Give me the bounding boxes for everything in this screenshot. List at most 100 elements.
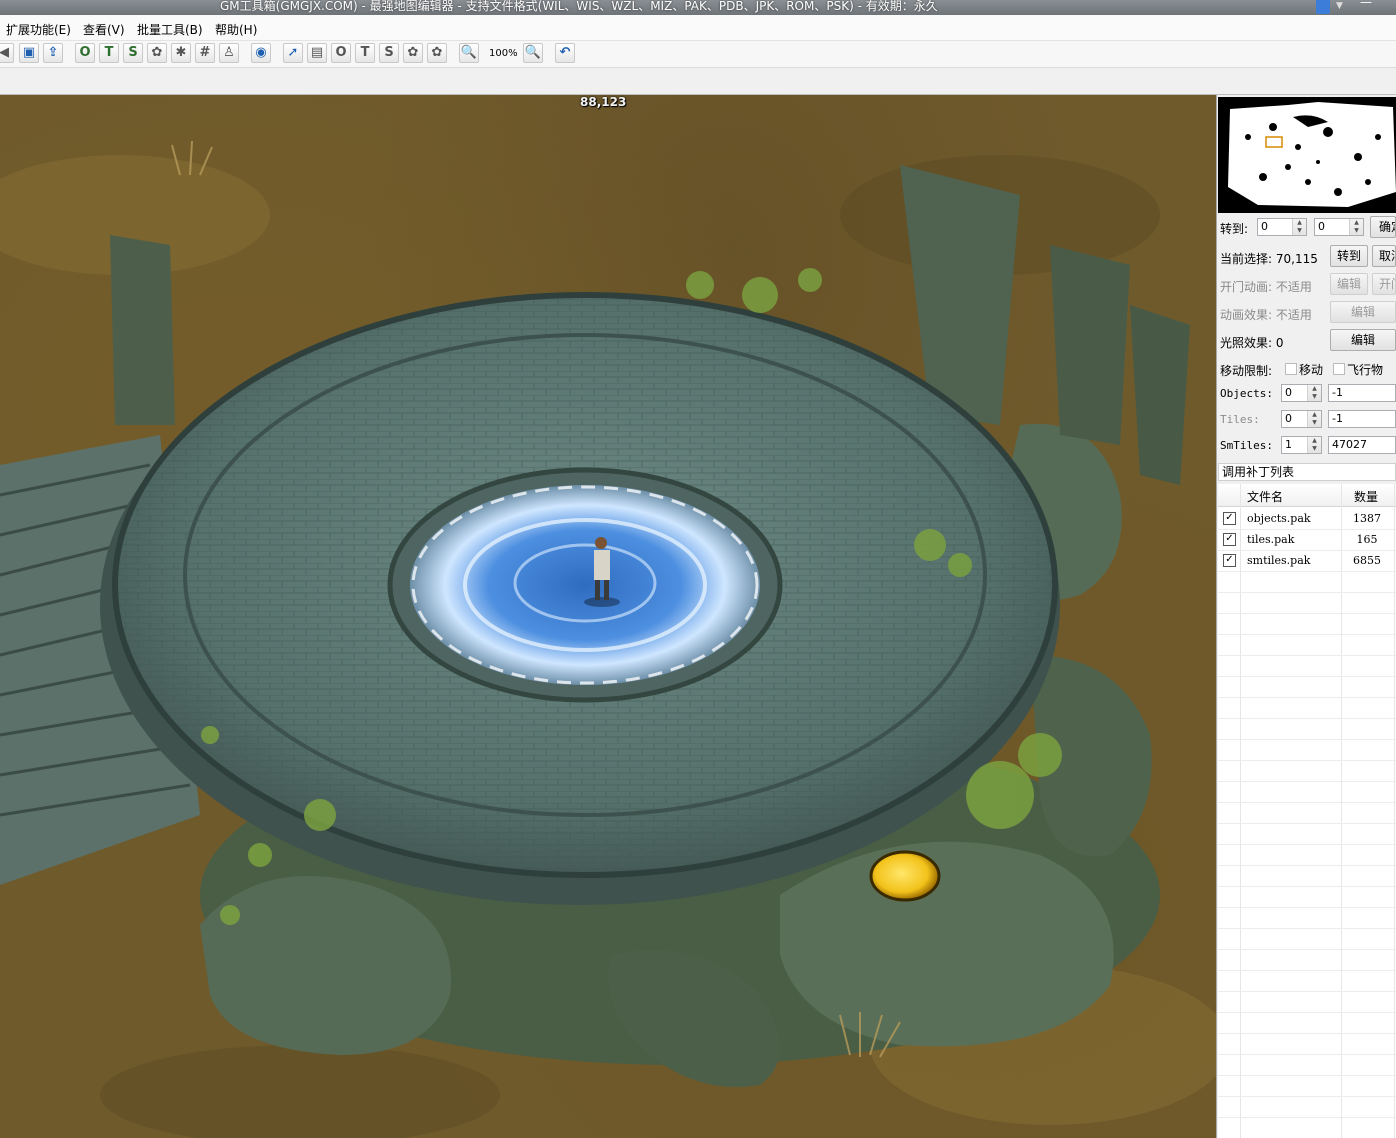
door-animation-edit-button[interactable]: 编辑: [1330, 273, 1368, 295]
image-icon[interactable]: ▣: [19, 43, 39, 63]
smtiles-s2-button[interactable]: S: [379, 43, 399, 63]
smtiles-value-input[interactable]: 47027: [1328, 436, 1396, 454]
undo-icon[interactable]: ↶: [555, 43, 575, 63]
empty-row: [1218, 1033, 1396, 1055]
light-effect-label: 光照效果: 0: [1220, 336, 1284, 350]
smtiles-index-input[interactable]: 1 ▲ ▼: [1281, 436, 1322, 454]
objects-o2-button[interactable]: O: [331, 43, 351, 63]
objects-index-input[interactable]: 0 ▲ ▼: [1281, 384, 1322, 402]
header-quantity[interactable]: 数量: [1354, 488, 1378, 505]
map-scene: [0, 140, 1216, 1138]
upload-icon[interactable]: ⇪: [43, 43, 63, 63]
tiles-t-button[interactable]: T: [99, 43, 119, 63]
minimap[interactable]: [1218, 97, 1396, 213]
row-filename: objects.pak: [1247, 512, 1311, 525]
eye-icon[interactable]: ◉: [251, 43, 271, 63]
animation-effect-edit-button[interactable]: 编辑: [1330, 301, 1396, 323]
spin-arrows-icon[interactable]: ▲ ▼: [1292, 219, 1306, 235]
empty-row: [1218, 1075, 1396, 1097]
cursor-coordinates: 88,123: [580, 95, 627, 109]
animation-effect-label: 动画效果: 不适用: [1220, 308, 1312, 322]
patch-list-title: 调用补丁列表: [1218, 463, 1396, 481]
empty-row: [1218, 760, 1396, 782]
grid-icon[interactable]: #: [195, 43, 215, 63]
goto-y-input[interactable]: 0 ▲ ▼: [1314, 218, 1364, 236]
light-effect-edit-button[interactable]: 编辑: [1330, 329, 1396, 351]
table-row[interactable]: ✓ tiles.pak 165: [1218, 529, 1396, 551]
goto-button[interactable]: 转到: [1330, 245, 1368, 267]
empty-row: [1218, 781, 1396, 803]
door-animation-label: 开门动画: 不适用: [1220, 280, 1312, 294]
row-filename: smtiles.pak: [1247, 554, 1311, 567]
tiles-index-value: 0: [1285, 412, 1292, 425]
row-checkbox[interactable]: ✓: [1223, 512, 1236, 525]
smtiles-index-value: 1: [1285, 438, 1292, 451]
empty-row: [1218, 802, 1396, 824]
empty-row: [1218, 655, 1396, 677]
back-arrow-icon[interactable]: ◀: [0, 43, 14, 63]
fly-option-label: 飞行物: [1347, 363, 1384, 377]
header-filename[interactable]: 文件名: [1247, 488, 1283, 505]
move-checkbox[interactable]: [1285, 363, 1297, 375]
menu-view[interactable]: 查看(V): [83, 21, 125, 38]
tiles-index-input[interactable]: 0 ▲ ▼: [1281, 410, 1322, 428]
empty-row: [1218, 1117, 1396, 1138]
person-icon[interactable]: ♙: [219, 43, 239, 63]
empty-row: [1218, 928, 1396, 950]
row-quantity: 165: [1356, 533, 1378, 546]
goto-y-value: 0: [1318, 220, 1325, 233]
confirm-button[interactable]: 确定: [1370, 216, 1396, 238]
zoom-in-icon[interactable]: 🔍: [523, 43, 543, 63]
tiles-t2-button[interactable]: T: [355, 43, 375, 63]
patch-list-table[interactable]: 文件名 数量 ✓ objects.pak 1387 ✓ tiles.pak 165 ✓ smt…: [1218, 484, 1396, 1138]
map-canvas[interactable]: 88,123: [0, 95, 1216, 1138]
flower-icon[interactable]: ✿: [147, 43, 167, 63]
spin-arrows-icon[interactable]: ▲ ▼: [1307, 411, 1321, 427]
cancel-button[interactable]: 取消: [1372, 245, 1396, 267]
menu-batch-tools[interactable]: 批量工具(B): [137, 21, 203, 38]
objects-label: Objects:: [1220, 387, 1273, 400]
fly-checkbox[interactable]: [1333, 363, 1345, 375]
empty-row: [1218, 949, 1396, 971]
objects-o-button[interactable]: O: [75, 43, 95, 63]
goto-x-value: 0: [1261, 220, 1268, 233]
table-row[interactable]: ✓ objects.pak 1387: [1218, 508, 1396, 530]
flower3-icon[interactable]: ✿: [427, 43, 447, 63]
user-icon[interactable]: [1316, 0, 1330, 14]
smtiles-label: SmTiles:: [1220, 439, 1273, 452]
menu-help[interactable]: 帮助(H): [215, 21, 257, 38]
empty-row: [1218, 592, 1396, 614]
teleport-portal: [410, 485, 760, 685]
row-checkbox[interactable]: ✓: [1223, 533, 1236, 546]
empty-row: [1218, 907, 1396, 929]
select-pointer-icon[interactable]: ➚: [283, 43, 303, 63]
smtiles-s-button[interactable]: S: [123, 43, 143, 63]
menu-extensions[interactable]: 扩展功能(E): [6, 21, 71, 38]
empty-row: [1218, 970, 1396, 992]
empty-row: [1218, 865, 1396, 887]
empty-row: [1218, 613, 1396, 635]
chevron-down-icon[interactable]: ▼: [1336, 0, 1343, 13]
tiles-value-input[interactable]: -1: [1328, 410, 1396, 428]
tiles-label: Tiles:: [1220, 413, 1260, 426]
flower2-icon[interactable]: ✿: [403, 43, 423, 63]
spin-arrows-icon[interactable]: ▲ ▼: [1307, 385, 1321, 401]
goto-x-input[interactable]: 0 ▲ ▼: [1257, 218, 1307, 236]
spin-arrows-icon[interactable]: ▲ ▼: [1307, 437, 1321, 453]
minimize-icon[interactable]: —: [1360, 0, 1372, 9]
door-open-button[interactable]: 开门: [1372, 273, 1396, 295]
menu-bar: 扩展功能(E) 查看(V) 批量工具(B) 帮助(H): [0, 15, 1396, 41]
move-option-label: 移动: [1299, 363, 1324, 377]
objects-value-input[interactable]: -1: [1328, 384, 1396, 402]
asterisk-icon[interactable]: ✱: [171, 43, 191, 63]
zoom-out-icon[interactable]: 🔍: [459, 43, 479, 63]
empty-row: [1218, 1096, 1396, 1118]
spin-arrows-icon[interactable]: ▲ ▼: [1349, 219, 1363, 235]
table-row[interactable]: ✓ smtiles.pak 6855: [1218, 550, 1396, 572]
goto-label: 转到:: [1220, 222, 1249, 236]
empty-row: [1218, 676, 1396, 698]
stamp-icon[interactable]: ▤: [307, 43, 327, 63]
empty-row: [1218, 718, 1396, 740]
row-filename: tiles.pak: [1247, 533, 1295, 546]
row-checkbox[interactable]: ✓: [1223, 554, 1236, 567]
